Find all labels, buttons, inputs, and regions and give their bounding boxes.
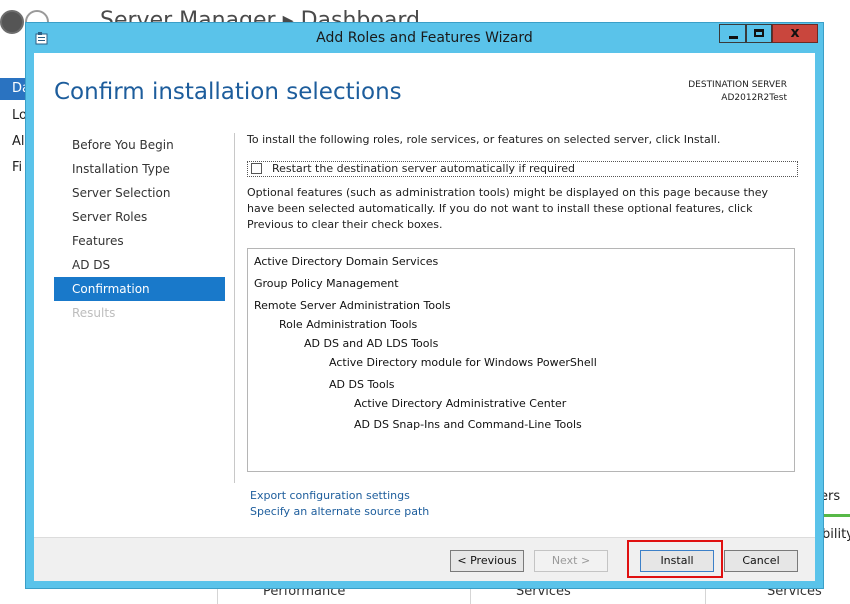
wizard-client-area: Confirm installation selections DESTINAT… bbox=[34, 53, 815, 581]
minimize-button[interactable] bbox=[719, 24, 746, 43]
list-item: AD DS Tools bbox=[329, 378, 395, 391]
back-arrow-icon[interactable] bbox=[0, 10, 24, 34]
sidebar-item-all-servers[interactable]: Al bbox=[12, 131, 25, 153]
sidebar-item-file-services[interactable]: Fi bbox=[12, 157, 22, 179]
maximize-icon bbox=[754, 29, 764, 37]
wizard-window: Add Roles and Features Wizard x Confirm … bbox=[25, 22, 824, 589]
nav-item-confirmation[interactable]: Confirmation bbox=[54, 277, 225, 301]
list-item: AD DS and AD LDS Tools bbox=[304, 337, 439, 350]
optional-features-text: Optional features (such as administratio… bbox=[247, 186, 769, 231]
nav-item-results: Results bbox=[72, 306, 116, 320]
wizard-footer: < Previous Next > Install Cancel bbox=[34, 537, 815, 581]
list-item: Group Policy Management bbox=[254, 277, 399, 290]
list-item: Role Administration Tools bbox=[279, 318, 418, 331]
list-item: Active Directory module for Windows Powe… bbox=[329, 356, 597, 369]
list-item: Remote Server Administration Tools bbox=[254, 299, 451, 312]
restart-checkbox[interactable] bbox=[251, 163, 262, 174]
selections-list[interactable]: Active Directory Domain Services Group P… bbox=[247, 248, 795, 472]
next-button: Next > bbox=[534, 550, 608, 572]
nav-item-server-roles[interactable]: Server Roles bbox=[54, 205, 225, 229]
server-manager-bottom: Performance Services Services bbox=[0, 584, 850, 604]
nav-item-before-you-begin[interactable]: Before You Begin bbox=[54, 133, 225, 157]
export-configuration-link[interactable]: Export configuration settings bbox=[250, 488, 429, 504]
sidebar-item-dashboard[interactable]: Da bbox=[0, 78, 30, 100]
nav-item-features[interactable]: Features bbox=[54, 229, 225, 253]
maximize-button[interactable] bbox=[746, 24, 772, 43]
cancel-button[interactable]: Cancel bbox=[724, 550, 798, 572]
bottom-divider bbox=[470, 588, 471, 604]
destination-server-label: DESTINATION SERVER bbox=[688, 80, 787, 90]
alternate-source-link[interactable]: Specify an alternate source path bbox=[250, 504, 429, 520]
restart-checkbox-label[interactable]: Restart the destination server automatic… bbox=[272, 162, 575, 176]
intro-text: To install the following roles, role ser… bbox=[247, 133, 721, 146]
close-button[interactable]: x bbox=[772, 24, 818, 43]
restart-checkbox-row[interactable]: Restart the destination server automatic… bbox=[247, 161, 798, 177]
install-highlight-box bbox=[627, 540, 723, 578]
list-item: AD DS Snap-Ins and Command-Line Tools bbox=[354, 418, 582, 431]
previous-button[interactable]: < Previous bbox=[450, 550, 524, 572]
nav-item-ad-ds[interactable]: AD DS bbox=[54, 253, 225, 277]
bottom-divider bbox=[705, 588, 706, 604]
link-area: Export configuration settings Specify an… bbox=[250, 488, 429, 520]
list-item: Active Directory Domain Services bbox=[254, 255, 439, 268]
destination-server-name: AD2012R2Test bbox=[721, 93, 787, 103]
window-title: Add Roles and Features Wizard bbox=[316, 30, 533, 46]
status-bar-green bbox=[824, 514, 850, 517]
bottom-divider bbox=[217, 588, 218, 604]
server-manager-right-panel: ers bility bbox=[820, 470, 850, 604]
wizard-nav: Before You Begin Installation Type Serve… bbox=[54, 133, 225, 325]
close-icon: x bbox=[790, 25, 800, 41]
nav-item-installation-type[interactable]: Installation Type bbox=[54, 157, 225, 181]
nav-divider bbox=[234, 133, 235, 483]
title-bar[interactable]: Add Roles and Features Wizard x bbox=[26, 23, 823, 53]
nav-item-server-selection[interactable]: Server Selection bbox=[54, 181, 225, 205]
minimize-icon bbox=[729, 36, 738, 39]
page-title: Confirm installation selections bbox=[54, 79, 402, 105]
list-item: Active Directory Administrative Center bbox=[354, 397, 567, 410]
server-manager-sidebar: Da Lo Al Fi bbox=[0, 78, 30, 604]
right-fragment-manageability: bility bbox=[822, 527, 850, 542]
